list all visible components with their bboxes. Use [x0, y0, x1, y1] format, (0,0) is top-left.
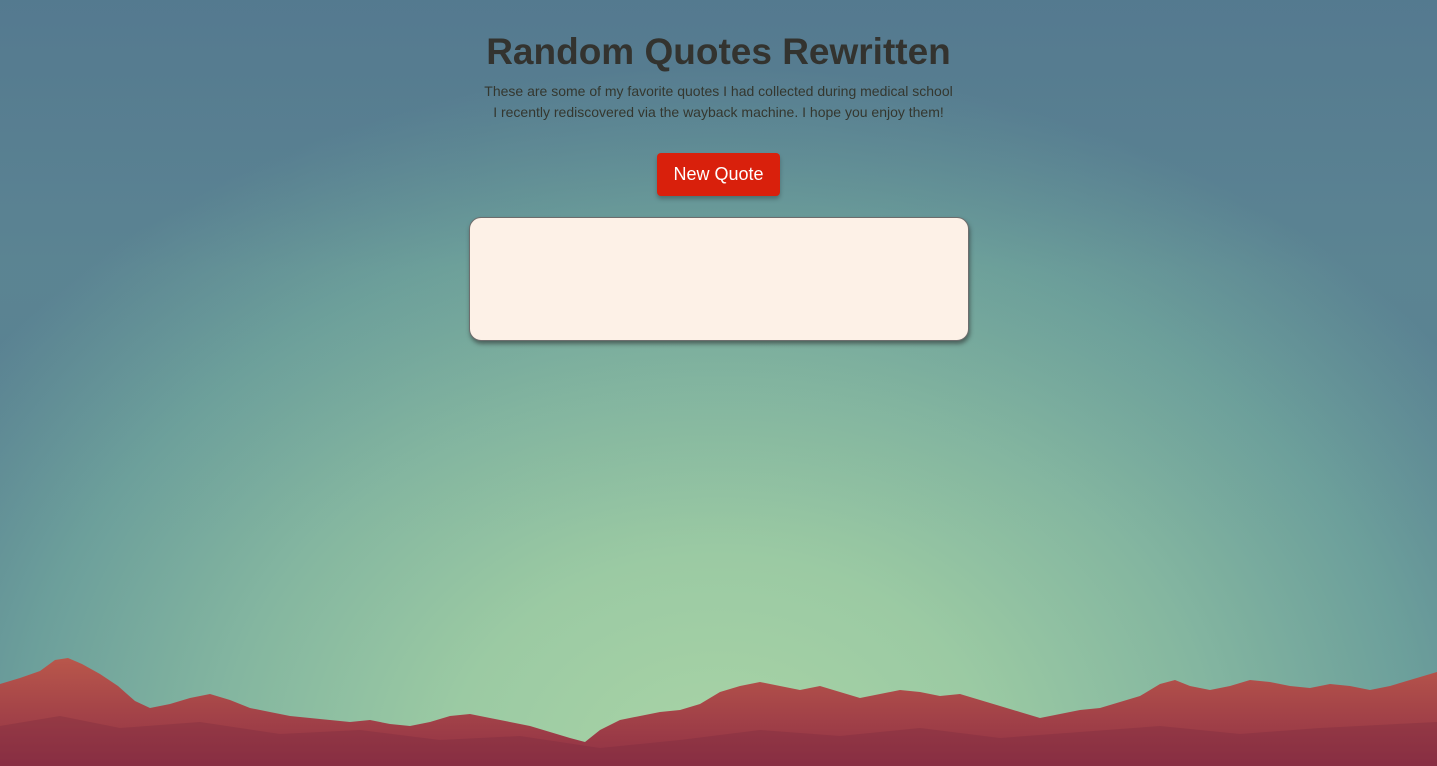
- new-quote-button[interactable]: New Quote: [657, 153, 780, 196]
- main-content: Random Quotes Rewritten These are some o…: [0, 0, 1437, 341]
- page-description: These are some of my favorite quotes I h…: [484, 83, 953, 120]
- page: { "page": { "title": "Random Quotes Rewr…: [0, 0, 1437, 766]
- quote-box: [468, 217, 969, 341]
- page-title: Random Quotes Rewritten: [486, 31, 951, 72]
- mountain-range-image: [0, 658, 1437, 766]
